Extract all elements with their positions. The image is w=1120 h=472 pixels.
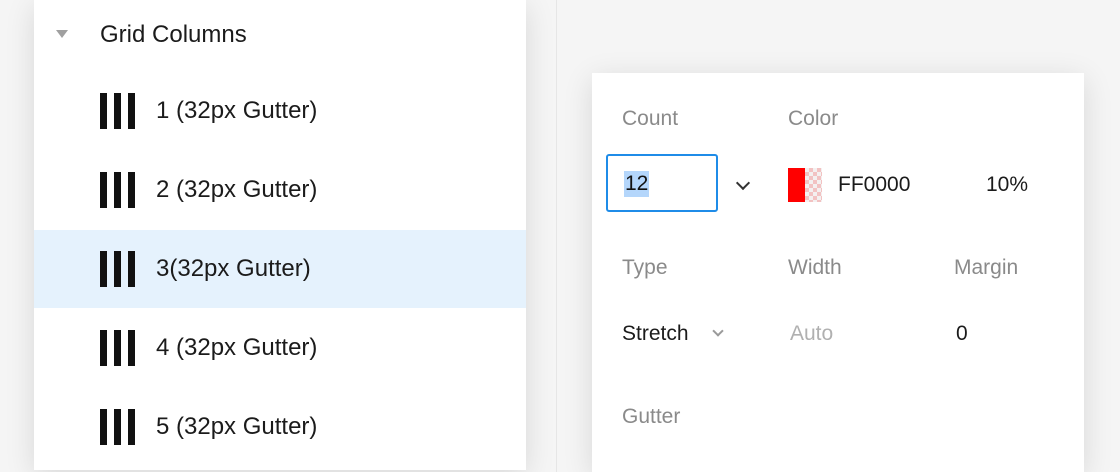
- count-dropdown-chevron-icon[interactable]: [735, 175, 751, 191]
- grid-settings-panel: Count Color 12 FF0000 10% Type Width Mar…: [592, 73, 1084, 472]
- style-item-label: 4 (32px Gutter): [156, 334, 318, 361]
- color-swatch[interactable]: [788, 168, 822, 202]
- style-item-label: 2 (32px Gutter): [156, 176, 318, 203]
- type-dropdown-chevron-icon[interactable]: [712, 325, 724, 337]
- panel-divider: [556, 0, 557, 472]
- count-input[interactable]: 12: [606, 154, 718, 212]
- group-header-grid-columns[interactable]: Grid Columns: [34, 0, 526, 72]
- count-value: 12: [624, 171, 650, 197]
- color-opacity-value[interactable]: 10%: [986, 172, 1028, 198]
- layout-grid-columns-icon: [100, 330, 136, 366]
- layout-grid-columns-icon: [100, 172, 136, 208]
- style-item-1[interactable]: 1 (32px Gutter): [34, 72, 526, 150]
- margin-label: Margin: [954, 256, 1019, 279]
- style-item-2[interactable]: 2 (32px Gutter): [34, 151, 526, 229]
- type-label: Type: [622, 256, 668, 279]
- style-item-4[interactable]: 4 (32px Gutter): [34, 309, 526, 387]
- layout-grid-columns-icon: [100, 93, 136, 129]
- count-label: Count: [622, 107, 679, 130]
- width-label: Width: [788, 256, 842, 279]
- layout-grid-columns-icon: [100, 409, 136, 445]
- style-item-label: 1 (32px Gutter): [156, 97, 318, 124]
- color-label: Color: [788, 107, 839, 130]
- type-select[interactable]: Stretch: [622, 321, 689, 347]
- style-item-3-selected[interactable]: 3(32px Gutter): [34, 230, 526, 308]
- gutter-label: Gutter: [622, 405, 681, 428]
- style-item-label: 5 (32px Gutter): [156, 413, 318, 440]
- caret-down-icon[interactable]: [56, 30, 68, 38]
- color-hex-value[interactable]: FF0000: [838, 172, 910, 198]
- margin-input[interactable]: 0: [956, 321, 968, 347]
- width-value[interactable]: Auto: [790, 321, 833, 347]
- layout-grid-columns-icon: [100, 251, 136, 287]
- style-item-5[interactable]: 5 (32px Gutter): [34, 388, 526, 466]
- style-item-label: 3(32px Gutter): [156, 255, 311, 282]
- grid-styles-panel: Grid Columns 1 (32px Gutter) 2 (32px Gut…: [34, 0, 526, 470]
- group-title: Grid Columns: [100, 21, 247, 48]
